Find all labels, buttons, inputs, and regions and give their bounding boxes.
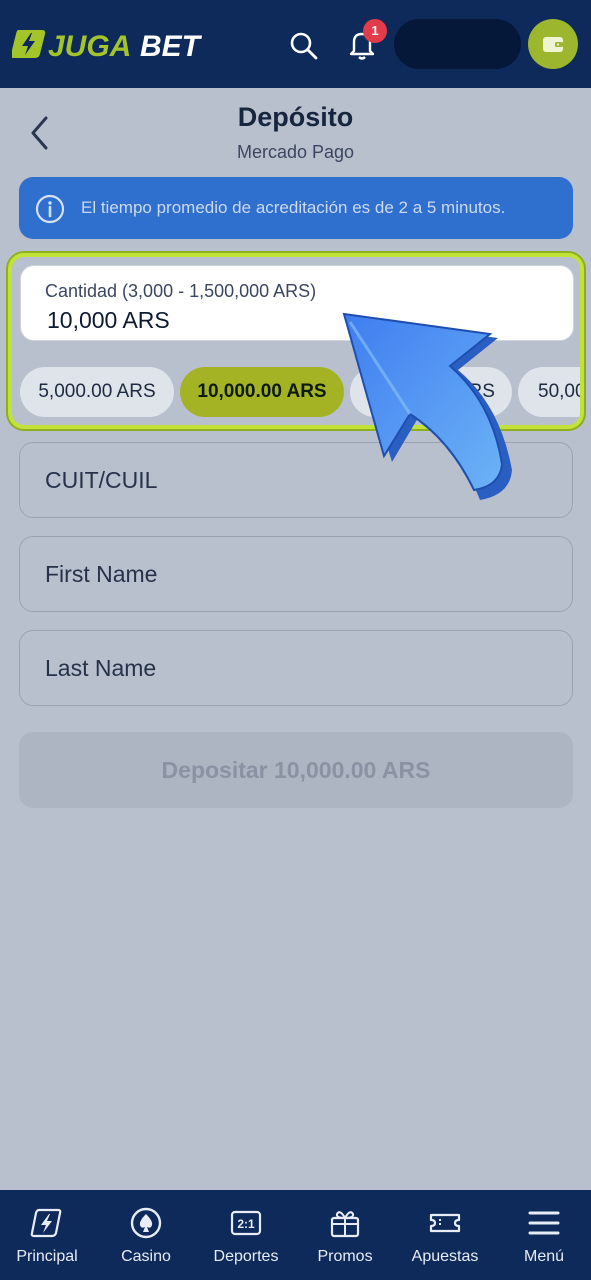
amount-label: Cantidad (3,000 - 1,500,000 ARS) xyxy=(45,281,317,301)
last-name-placeholder: Last Name xyxy=(45,655,157,681)
spade-icon xyxy=(129,1206,163,1240)
first-name-field[interactable]: First Name xyxy=(19,536,573,612)
amount-chip-selected[interactable]: 10,000.00 ARS xyxy=(180,367,344,417)
ticket-icon xyxy=(428,1206,462,1240)
jugabet-logo[interactable]: JUGA BET xyxy=(12,27,202,61)
nav-item-deportes[interactable]: 2:1 Deportes xyxy=(197,1190,295,1280)
info-text: El tiempo promedio de acreditación es de… xyxy=(81,198,506,217)
deposit-button[interactable]: Depositar 10,000.00 ARS xyxy=(19,732,573,808)
info-banner: El tiempo promedio de acreditación es de… xyxy=(19,177,573,239)
score-icon: 2:1 xyxy=(229,1206,263,1240)
nav-item-casino[interactable]: Casino xyxy=(97,1190,195,1280)
notification-badge: 1 xyxy=(363,19,387,43)
page-title: Depósito xyxy=(237,102,354,132)
nav-item-apuestas[interactable]: Apuestas xyxy=(396,1190,494,1280)
nav-item-promos[interactable]: Promos xyxy=(296,1190,394,1280)
svg-text:2:1: 2:1 xyxy=(237,1217,255,1231)
wallet-icon xyxy=(543,37,563,52)
last-name-field[interactable]: Last Name xyxy=(19,630,573,706)
svg-text:JUGA: JUGA xyxy=(48,30,131,61)
page-subtitle: Mercado Pago xyxy=(236,142,355,162)
amount-value: 10,000 ARS xyxy=(47,307,170,333)
bottom-nav: Principal Casino 2:1 Deportes Promos Apu… xyxy=(0,1190,591,1280)
svg-text:BET: BET xyxy=(140,30,202,61)
first-name-placeholder: First Name xyxy=(45,561,158,587)
search-icon[interactable] xyxy=(289,31,319,61)
gift-icon xyxy=(328,1206,362,1240)
lightning-icon xyxy=(30,1206,64,1240)
top-header: JUGA BET 1 xyxy=(0,0,591,88)
wallet-button[interactable] xyxy=(528,19,578,69)
info-icon xyxy=(35,194,65,224)
nav-item-menu[interactable]: Menú xyxy=(495,1190,591,1280)
logo-lightning-icon xyxy=(12,30,46,58)
pointer-arrow-icon xyxy=(330,310,530,510)
amount-chip[interactable]: 5,000.00 ARS xyxy=(20,367,174,417)
balance-display[interactable] xyxy=(394,19,521,69)
hamburger-icon xyxy=(527,1206,561,1240)
cuit-placeholder: CUIT/CUIL xyxy=(45,467,158,493)
nav-item-principal[interactable]: Principal xyxy=(0,1190,96,1280)
